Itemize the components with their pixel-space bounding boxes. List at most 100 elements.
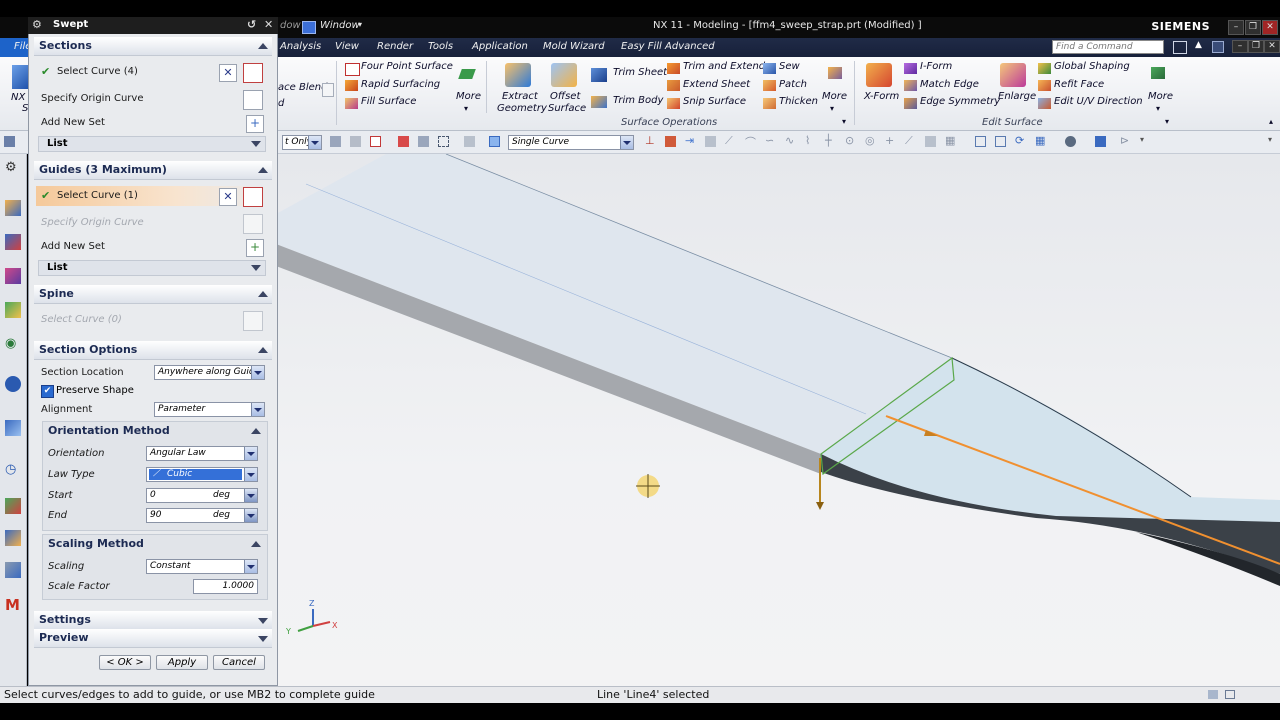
clock-icon[interactable]: ◷ [5, 462, 21, 478]
menu-render[interactable]: Render [377, 41, 413, 52]
x-form-button[interactable]: X-Form [864, 91, 899, 102]
sections-list[interactable]: List [38, 136, 266, 152]
reset-icon[interactable]: ↺ [247, 18, 256, 31]
fullscreen-icon[interactable] [1173, 41, 1187, 54]
rotate-icon[interactable]: ⟳ [1015, 134, 1026, 147]
spine-header[interactable]: Spine [34, 285, 272, 304]
mold-wizard-icon[interactable]: M [5, 596, 21, 614]
law-type-select[interactable]: ⟋ Cubic [146, 467, 258, 482]
end-input[interactable]: 90 deg [146, 508, 258, 523]
quadrant-icon[interactable]: ◎ [865, 134, 876, 147]
more-operations-chevron-icon[interactable]: ▾ [830, 104, 834, 113]
select-all-icon[interactable] [370, 136, 381, 147]
alignment-chevron-icon[interactable] [251, 403, 264, 416]
body-filter-icon[interactable] [489, 136, 500, 147]
edge-symmetry-button[interactable]: Edge Symmetry [920, 96, 1000, 107]
start-input[interactable]: 0 deg [146, 488, 258, 503]
system-materials-icon[interactable] [5, 530, 21, 546]
window-menu[interactable]: Window [320, 20, 360, 31]
patch-button[interactable]: Patch [779, 79, 807, 90]
sections-select-curve-row[interactable]: ✔ Select Curve (4) ✕ [36, 62, 270, 83]
shaded-icon[interactable] [1095, 136, 1106, 147]
model-view[interactable]: X Y Z [276, 154, 1280, 686]
restore-button[interactable]: ❐ [1245, 20, 1261, 35]
i-form-button[interactable]: I-Form [920, 61, 952, 72]
selection-scope-icon[interactable] [464, 136, 475, 147]
end-point-icon[interactable]: ⟋ [905, 134, 916, 147]
edit-uv-direction-button[interactable]: Edit U/V Direction [1054, 96, 1143, 107]
start-unit-chevron-icon[interactable] [244, 489, 257, 502]
four-point-surface-button[interactable]: Four Point Surface [361, 61, 453, 72]
ok-button[interactable]: < OK > [99, 655, 151, 670]
type-filter-dropdown[interactable]: t Only [282, 135, 322, 150]
history-icon[interactable]: ◉ [5, 336, 21, 352]
render-style-icon[interactable]: ▦ [1035, 134, 1046, 147]
constraint-navigator-icon[interactable] [5, 268, 21, 284]
surface-operations-chevron-icon[interactable]: ▾ [842, 117, 846, 126]
existing-point-icon[interactable]: + [885, 134, 896, 147]
rapid-surfacing-button[interactable]: Rapid Surfacing [361, 79, 440, 90]
fit-icon[interactable] [975, 136, 986, 147]
orientation-select[interactable]: Angular Law [146, 446, 258, 461]
guides-select-curve-row[interactable]: ✔ Select Curve (1) ✕ [36, 186, 270, 207]
more-surface-button[interactable]: More [456, 91, 481, 102]
orientation-chevron-icon[interactable] [244, 447, 257, 460]
point-on-face-icon[interactable] [925, 136, 936, 147]
doc-minimize-button[interactable]: – [1232, 40, 1248, 53]
menu-application[interactable]: Application [472, 41, 528, 52]
toolbar-left-icon[interactable] [4, 136, 15, 147]
global-shaping-button[interactable]: Global Shaping [1054, 61, 1130, 72]
law-type-chevron-icon[interactable] [244, 468, 257, 481]
extract-geometry-label-2[interactable]: Geometry [497, 103, 547, 114]
graphics-window[interactable]: X Y Z [276, 154, 1280, 686]
settings-expand-icon[interactable] [258, 618, 268, 624]
curve-rule-icon[interactable] [243, 63, 263, 83]
pick-icon[interactable] [398, 136, 409, 147]
stop-at-intersection-icon[interactable]: ⊥ [645, 134, 656, 147]
guides-header[interactable]: Guides (3 Maximum) [34, 161, 272, 180]
follow-curve-icon[interactable]: ⇥ [685, 134, 696, 147]
sections-specify-origin-row[interactable]: Specify Origin Curve [36, 89, 270, 110]
curve-icon[interactable]: ∽ [765, 134, 776, 147]
dialog-title-bar[interactable]: ⚙ Swept ↺ ✕ [28, 17, 278, 34]
cancel-button[interactable]: Cancel [213, 655, 265, 670]
offset-surface-label-1[interactable]: Offset [550, 91, 580, 102]
doc-close-button[interactable]: ✕ [1264, 40, 1280, 53]
guides-collapse-icon[interactable] [258, 167, 268, 173]
settings-gear-icon[interactable]: ⚙ [5, 160, 21, 176]
preserve-shape-checkbox[interactable]: ✔ [41, 385, 54, 398]
sections-add-new-set-row[interactable]: Add New Set + [36, 113, 270, 133]
tangent-icon[interactable]: ⌇ [805, 134, 816, 147]
offset-surface-label-2[interactable]: Surface [548, 103, 586, 114]
more-edit-chevron-icon[interactable]: ▾ [1156, 104, 1160, 113]
guides-list[interactable]: List [38, 260, 266, 276]
scale-factor-input[interactable]: 1.0000 [193, 579, 258, 594]
section-options-collapse-icon[interactable] [258, 347, 268, 353]
preview-header[interactable]: Preview [34, 629, 272, 648]
arc-icon[interactable]: ⌒ [745, 134, 756, 149]
extend-sheet-button[interactable]: Extend Sheet [683, 79, 750, 90]
zoom-icon[interactable] [995, 136, 1006, 147]
guides-add-new-set-row[interactable]: Add New Set + [36, 237, 270, 257]
part-navigator-icon[interactable] [5, 200, 21, 216]
reuse-library-icon[interactable] [5, 302, 21, 318]
toolbar-more-chevron-icon[interactable]: ▾ [1140, 135, 1151, 146]
more-surface-chevron-icon[interactable]: ▾ [464, 104, 468, 113]
deselect-icon[interactable]: ✕ [219, 64, 237, 82]
section-location-chevron-icon[interactable] [251, 366, 264, 379]
scaling-collapse-icon[interactable] [251, 541, 261, 547]
extract-geometry-label-1[interactable]: Extract [502, 91, 538, 102]
line-icon[interactable]: ⟋ [725, 134, 736, 147]
dialog-close-icon[interactable]: ✕ [264, 18, 273, 31]
sections-header[interactable]: Sections [34, 37, 272, 56]
curve-rule-icon[interactable] [243, 187, 263, 207]
web-browser-icon[interactable] [5, 376, 21, 392]
curve-option-icon[interactable] [705, 136, 716, 147]
apply-button[interactable]: Apply [156, 655, 208, 670]
lock-icon[interactable] [418, 136, 429, 147]
center-point-icon[interactable]: ⊙ [845, 134, 856, 147]
deselect-icon[interactable]: ✕ [219, 188, 237, 206]
spine-collapse-icon[interactable] [258, 291, 268, 297]
add-set-icon[interactable]: + [246, 115, 264, 133]
fill-surface-button[interactable]: Fill Surface [361, 96, 416, 107]
